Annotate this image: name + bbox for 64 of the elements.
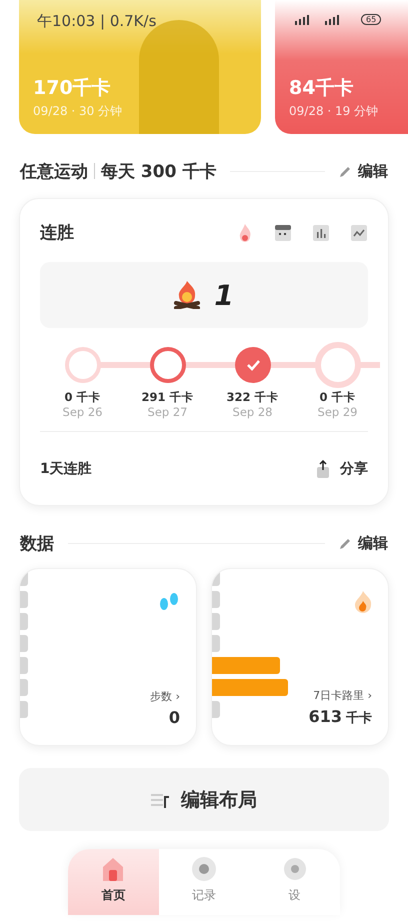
day-calories: 0 千卡	[319, 390, 356, 405]
workout-card[interactable]: 65 84千卡 09/28 · 19 分钟	[275, 0, 408, 134]
streak-count: 1	[214, 278, 234, 312]
edit-button[interactable]: 编辑	[339, 162, 388, 180]
day-date: Sep 27	[148, 405, 188, 419]
workout-meta: 09/28 · 19 分钟	[289, 103, 380, 120]
chart-bar	[20, 635, 28, 652]
metric-value: 613 千卡	[308, 707, 372, 727]
nav-tab[interactable]: 首页	[68, 849, 159, 915]
status-time: 午10:03 | 0.7K/s	[37, 12, 156, 31]
chart-bar	[20, 591, 28, 608]
data-card[interactable]: 步数 › 0	[19, 568, 197, 746]
chart-bar	[20, 701, 28, 718]
share-icon	[316, 460, 330, 478]
metric-label[interactable]: 7日卡路里 ›	[313, 688, 372, 703]
goal-title: 任意运动	[20, 160, 88, 182]
chart-bar	[212, 591, 220, 608]
day-date: Sep 26	[62, 405, 102, 419]
view-tab[interactable]	[312, 224, 330, 242]
view-tab[interactable]	[350, 224, 368, 242]
chart-bar	[20, 679, 28, 696]
data-card[interactable]: 7日卡路里 › 613 千卡	[211, 568, 389, 746]
chart-bar	[20, 657, 28, 674]
footprints-icon	[158, 591, 180, 613]
campfire-icon	[174, 281, 200, 309]
nav-tab[interactable]: 记录	[158, 849, 250, 915]
calendar-icon	[275, 224, 291, 240]
chart-bar	[212, 657, 280, 674]
day-date: Sep 29	[318, 405, 358, 419]
pencil-icon	[339, 164, 352, 178]
metric-value: 0	[168, 708, 180, 727]
flame-icon	[354, 591, 372, 613]
check-icon	[246, 359, 260, 371]
workout-card[interactable]: 午10:03 | 0.7K/s 170千卡 09/28 · 30 分钟	[19, 0, 261, 134]
nav-tab[interactable]: 设	[249, 849, 340, 915]
calories-value: 84千卡	[289, 76, 354, 101]
section-title: 数据	[20, 532, 54, 554]
line-chart-icon	[351, 224, 367, 240]
record-icon	[192, 857, 216, 881]
metric-label[interactable]: 步数 ›	[150, 689, 180, 704]
bar-chart-icon	[313, 224, 329, 240]
workout-meta: 09/28 · 30 分钟	[33, 103, 124, 120]
battery-icon: 65	[361, 14, 382, 25]
day-date: Sep 28	[232, 405, 272, 419]
gear-icon	[282, 857, 307, 881]
chart-bar	[212, 701, 220, 718]
goal-target: 每天 300 千卡	[101, 160, 216, 182]
edit-button[interactable]: 编辑	[339, 534, 388, 552]
chart-bar	[20, 613, 28, 630]
flame-icon	[238, 224, 252, 242]
pencil-icon	[339, 536, 352, 550]
edit-layout-button[interactable]: 编辑布局	[19, 768, 389, 831]
chart-bar	[212, 613, 220, 630]
day-calories: 291 千卡	[141, 390, 194, 405]
home-icon	[101, 857, 126, 881]
share-button[interactable]: 分享	[316, 460, 368, 478]
streak-summary: 1天连胜	[40, 460, 92, 478]
card-title: 连胜	[40, 222, 74, 244]
chart-bar	[212, 635, 220, 652]
layout-icon	[151, 792, 171, 808]
view-tab[interactable]	[274, 224, 292, 242]
calories-value: 170千卡	[33, 76, 112, 101]
day-calories: 0 千卡	[64, 390, 100, 405]
day-calories: 322 千卡	[226, 390, 278, 405]
